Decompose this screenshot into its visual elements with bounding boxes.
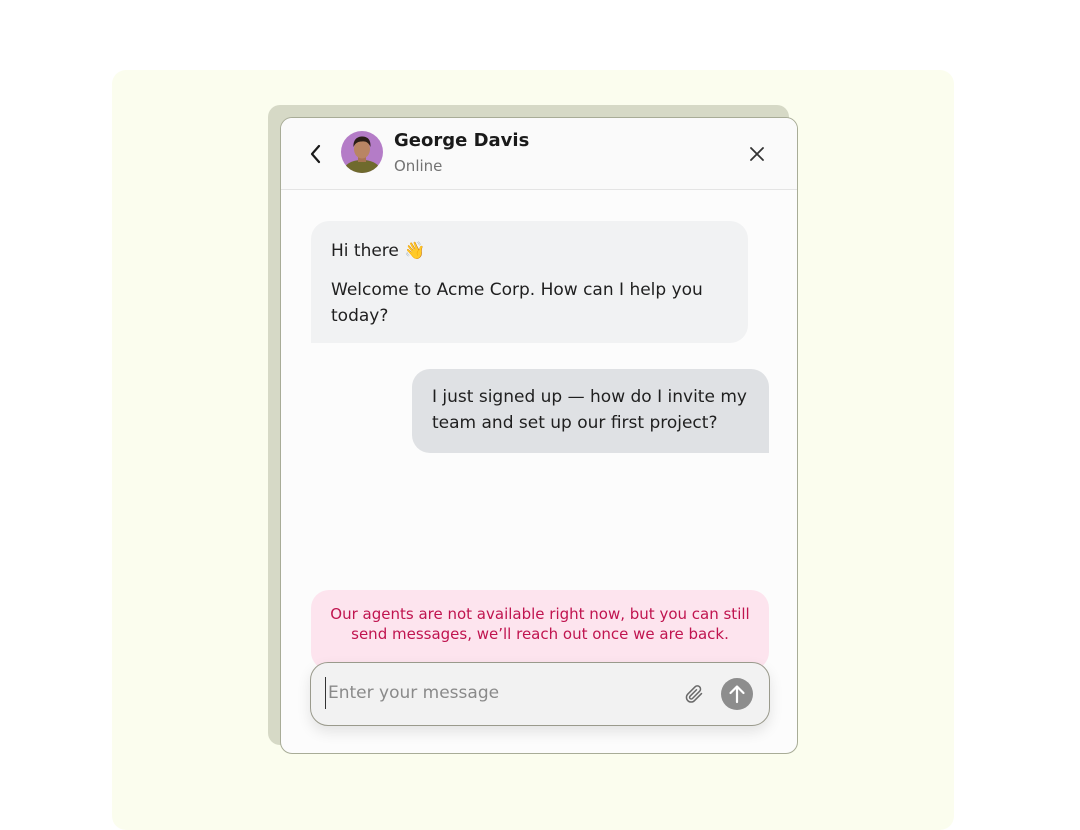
paperclip-icon [685,685,703,703]
arrow-up-icon [729,685,745,704]
attach-button[interactable] [680,680,708,708]
chat-window: George Davis Online Hi there 👋 Welcome t… [280,117,798,754]
back-button[interactable] [301,140,331,168]
availability-notice: Our agents are not available right now, … [311,590,769,670]
close-icon [750,147,764,161]
close-button[interactable] [743,140,771,168]
agent-message: Hi there 👋 Welcome to Acme Corp. How can… [311,221,748,343]
agent-name: George Davis [394,130,530,151]
chevron-left-icon [310,144,321,164]
agent-status: Online [394,157,443,175]
message-welcome: Welcome to Acme Corp. How can I help you… [331,280,703,326]
avatar [341,131,383,173]
message-greeting: Hi there 👋 [331,241,426,261]
message-input[interactable] [325,677,663,709]
chat-header: George Davis Online [281,118,797,190]
send-button[interactable] [721,678,753,710]
user-message: I just signed up — how do I invite my te… [412,369,769,453]
message-composer [310,662,770,726]
